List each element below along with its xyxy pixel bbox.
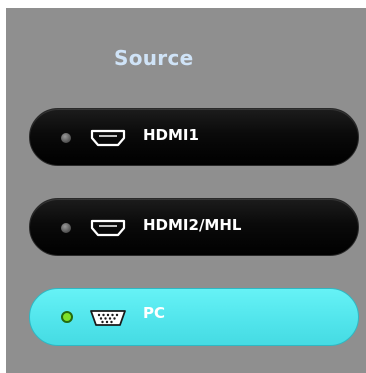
vga-port-icon (89, 305, 127, 331)
status-led-icon (61, 223, 71, 233)
source-button-hdmi1[interactable]: HDMI1 (29, 108, 359, 166)
source-label: PC (143, 304, 166, 322)
status-led-icon (61, 133, 71, 143)
menu-title: Source (114, 46, 194, 70)
hdmi-port-icon (89, 215, 127, 241)
hdmi-port-icon (89, 125, 127, 151)
status-led-icon (61, 311, 73, 323)
source-label: HDMI2/MHL (143, 216, 242, 234)
source-label: HDMI1 (143, 126, 199, 144)
source-button-hdmi2-mhl[interactable]: HDMI2/MHL (29, 198, 359, 256)
source-menu-panel: Source HDMI1 HDMI2/MHL PC (6, 8, 366, 373)
source-button-pc[interactable]: PC (29, 288, 359, 346)
